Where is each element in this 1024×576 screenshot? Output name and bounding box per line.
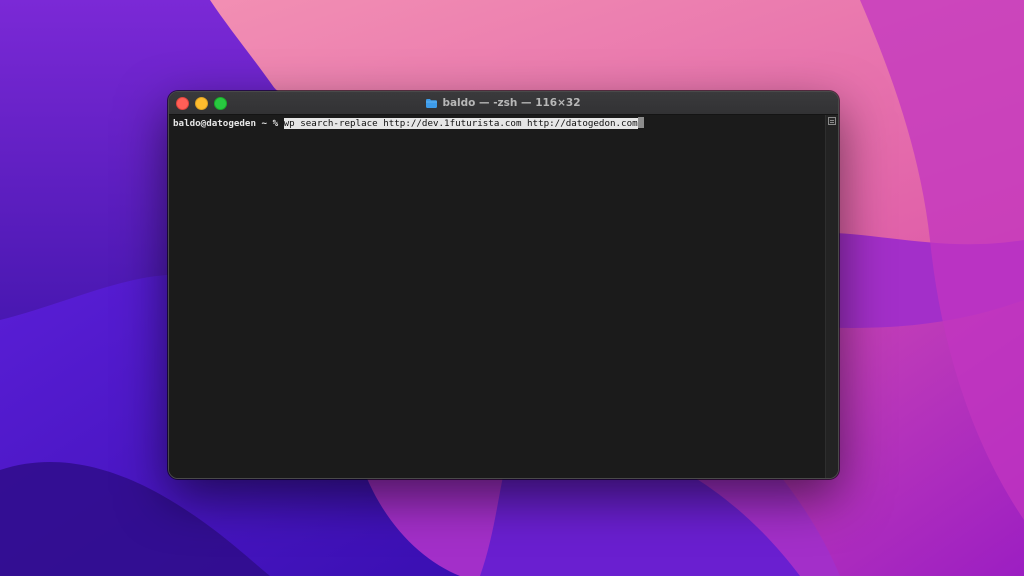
split-pane-icon[interactable] [828,117,836,125]
desktop: baldo — -zsh — 116×32 baldo@datogeden ~ … [0,0,1024,576]
terminal-window[interactable]: baldo — -zsh — 116×32 baldo@datogeden ~ … [168,91,839,479]
text-cursor [637,117,644,128]
window-title: baldo — -zsh — 116×32 [169,92,838,114]
scrollbar[interactable] [825,115,838,478]
terminal-output[interactable]: baldo@datogeden ~ % wp search-replace ht… [169,115,825,478]
folder-icon [426,98,438,108]
command-text: wp search-replace http://dev.1futurista.… [283,118,638,129]
shell-prompt: baldo@datogeden ~ % [173,118,284,129]
window-title-text: baldo — -zsh — 116×32 [442,97,581,109]
title-bar[interactable]: baldo — -zsh — 116×32 [169,92,838,115]
